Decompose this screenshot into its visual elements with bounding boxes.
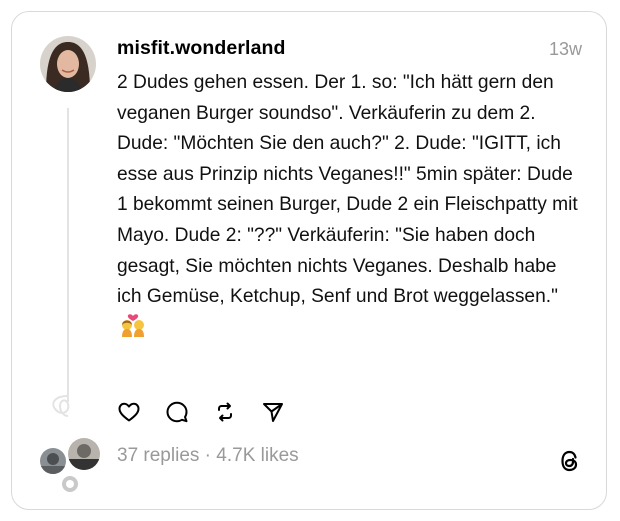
post-text: 2 Dudes gehen essen. Der 1. so: "Ich hät… <box>117 68 585 347</box>
share-button[interactable] <box>261 398 309 426</box>
action-bar <box>117 398 309 426</box>
username[interactable]: misfit.wonderland <box>117 37 286 60</box>
heart-icon <box>118 402 140 422</box>
stats-separator: · <box>199 445 217 466</box>
post-stats: 37 replies · 4.7K likes <box>117 445 299 467</box>
couple-with-heart-emoji <box>119 313 147 348</box>
reply-avatar[interactable] <box>38 446 68 476</box>
thread-loop <box>52 395 70 417</box>
repost-button[interactable] <box>213 398 261 426</box>
share-icon <box>263 403 283 422</box>
like-button[interactable] <box>117 398 165 426</box>
reply-avatar[interactable] <box>60 474 80 494</box>
threads-logo-icon[interactable] <box>558 448 582 474</box>
replies-count[interactable]: 37 replies <box>117 445 199 466</box>
reply-button[interactable] <box>165 398 213 426</box>
likes-count[interactable]: 4.7K likes <box>216 445 298 466</box>
post-text-content: 2 Dudes gehen essen. Der 1. so: "Ich hät… <box>117 72 578 308</box>
comment-icon <box>166 401 188 423</box>
repost-icon <box>218 402 232 422</box>
reply-avatar[interactable] <box>66 436 102 472</box>
avatar[interactable] <box>40 36 96 92</box>
thread-line <box>67 108 69 402</box>
post-time[interactable]: 13w <box>549 39 582 60</box>
